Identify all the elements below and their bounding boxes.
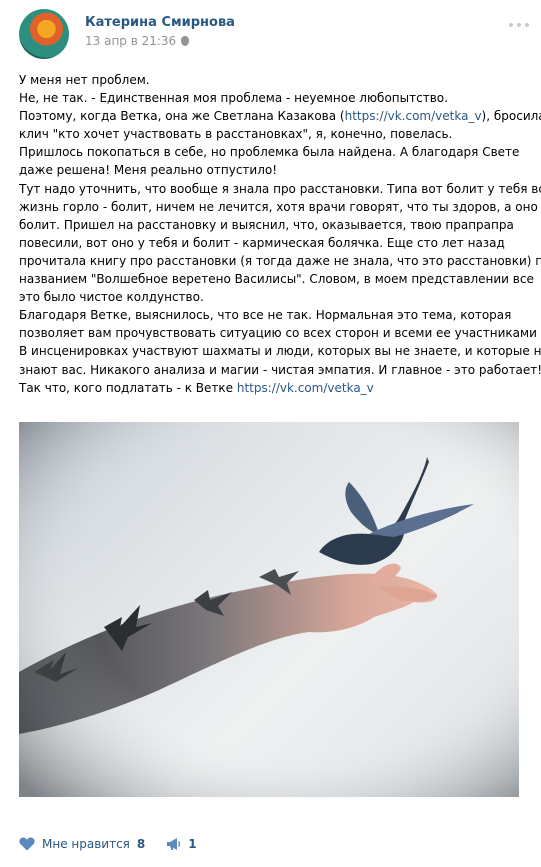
post-text-line: болит. Пришел на расстановку и выяснил, … — [19, 217, 514, 232]
avatar[interactable] — [19, 9, 69, 59]
post-text-line: это было чистое колдунство. — [19, 290, 204, 305]
post-photo[interactable] — [19, 422, 519, 797]
post-text: У меня нет проблем. Не, не так. - Единств… — [19, 71, 541, 397]
post-text-line: прочитала книгу про расстановки (я тогда… — [19, 253, 541, 268]
text-segment: Так что, кого подлатать - к Ветке — [19, 380, 237, 395]
repost-count: 1 — [188, 837, 197, 851]
like-label: Мне нравится — [42, 837, 130, 851]
more-dots-icon[interactable] — [509, 23, 529, 29]
post-card: Катерина Смирнова 13 апр в 21:36 У меня … — [0, 0, 541, 867]
post-text-line: названием "Волшебное веретено Василисы".… — [19, 272, 534, 287]
author-name[interactable]: Катерина Смирнова — [85, 15, 235, 30]
post-text-line: Поэтому, когда Ветка, она же Светлана Ка… — [19, 107, 541, 125]
text-segment: ), бросила — [481, 109, 541, 124]
profile-link[interactable]: https://vk.com/vetka_v — [345, 109, 482, 123]
like-button[interactable]: Мне нравится 8 — [19, 837, 145, 851]
post-text-line: клич "кто хочет участвовать в расстановк… — [19, 127, 453, 142]
heart-icon — [19, 837, 35, 851]
post-text-line: жизнь горло - болит, ничем не лечится, х… — [19, 199, 538, 214]
post-text-line: Не, не так. - Единственная моя проблема … — [19, 91, 448, 106]
post-text-line: знают вас. Никакого анализа и магии - чи… — [19, 362, 541, 377]
post-text-line: Тут надо уточнить, что вообще я знала пр… — [19, 181, 541, 196]
like-count: 8 — [136, 837, 146, 851]
post-text-line: позволяет вам прочувствовать ситуацию со… — [19, 326, 537, 341]
hand-with-birds-image — [19, 422, 519, 797]
apple-icon — [181, 36, 190, 46]
post-text-line: Так что, кого подлатать - к Ветке https:… — [19, 379, 524, 397]
post-meta: 13 апр в 21:36 — [85, 34, 190, 48]
post-header: Катерина Смирнова 13 апр в 21:36 — [19, 9, 529, 61]
profile-link[interactable]: https://vk.com/vetka_v — [237, 381, 374, 395]
repost-button[interactable]: 1 — [166, 837, 197, 851]
post-actions: Мне нравится 8 1 — [19, 834, 197, 854]
post-date[interactable]: 13 апр в 21:36 — [85, 34, 176, 48]
megaphone-icon — [167, 838, 181, 850]
post-text-line: У меня нет проблем. — [19, 73, 150, 87]
post-text-line: Благодаря Ветке, выяснилось, что все не … — [19, 308, 512, 323]
text-segment: Поэтому, когда Ветка, она же Светлана Ка… — [19, 109, 345, 124]
post-text-line: Пришлось покопаться в себе, но проблемка… — [19, 145, 520, 160]
post-text-line: даже решена! Меня реально отпустило! — [19, 163, 278, 178]
post-text-line: повесили, вот оно у тебя и болит - карми… — [19, 235, 505, 250]
post-text-line: В инсценировках участвуют шахматы и люди… — [19, 344, 541, 359]
